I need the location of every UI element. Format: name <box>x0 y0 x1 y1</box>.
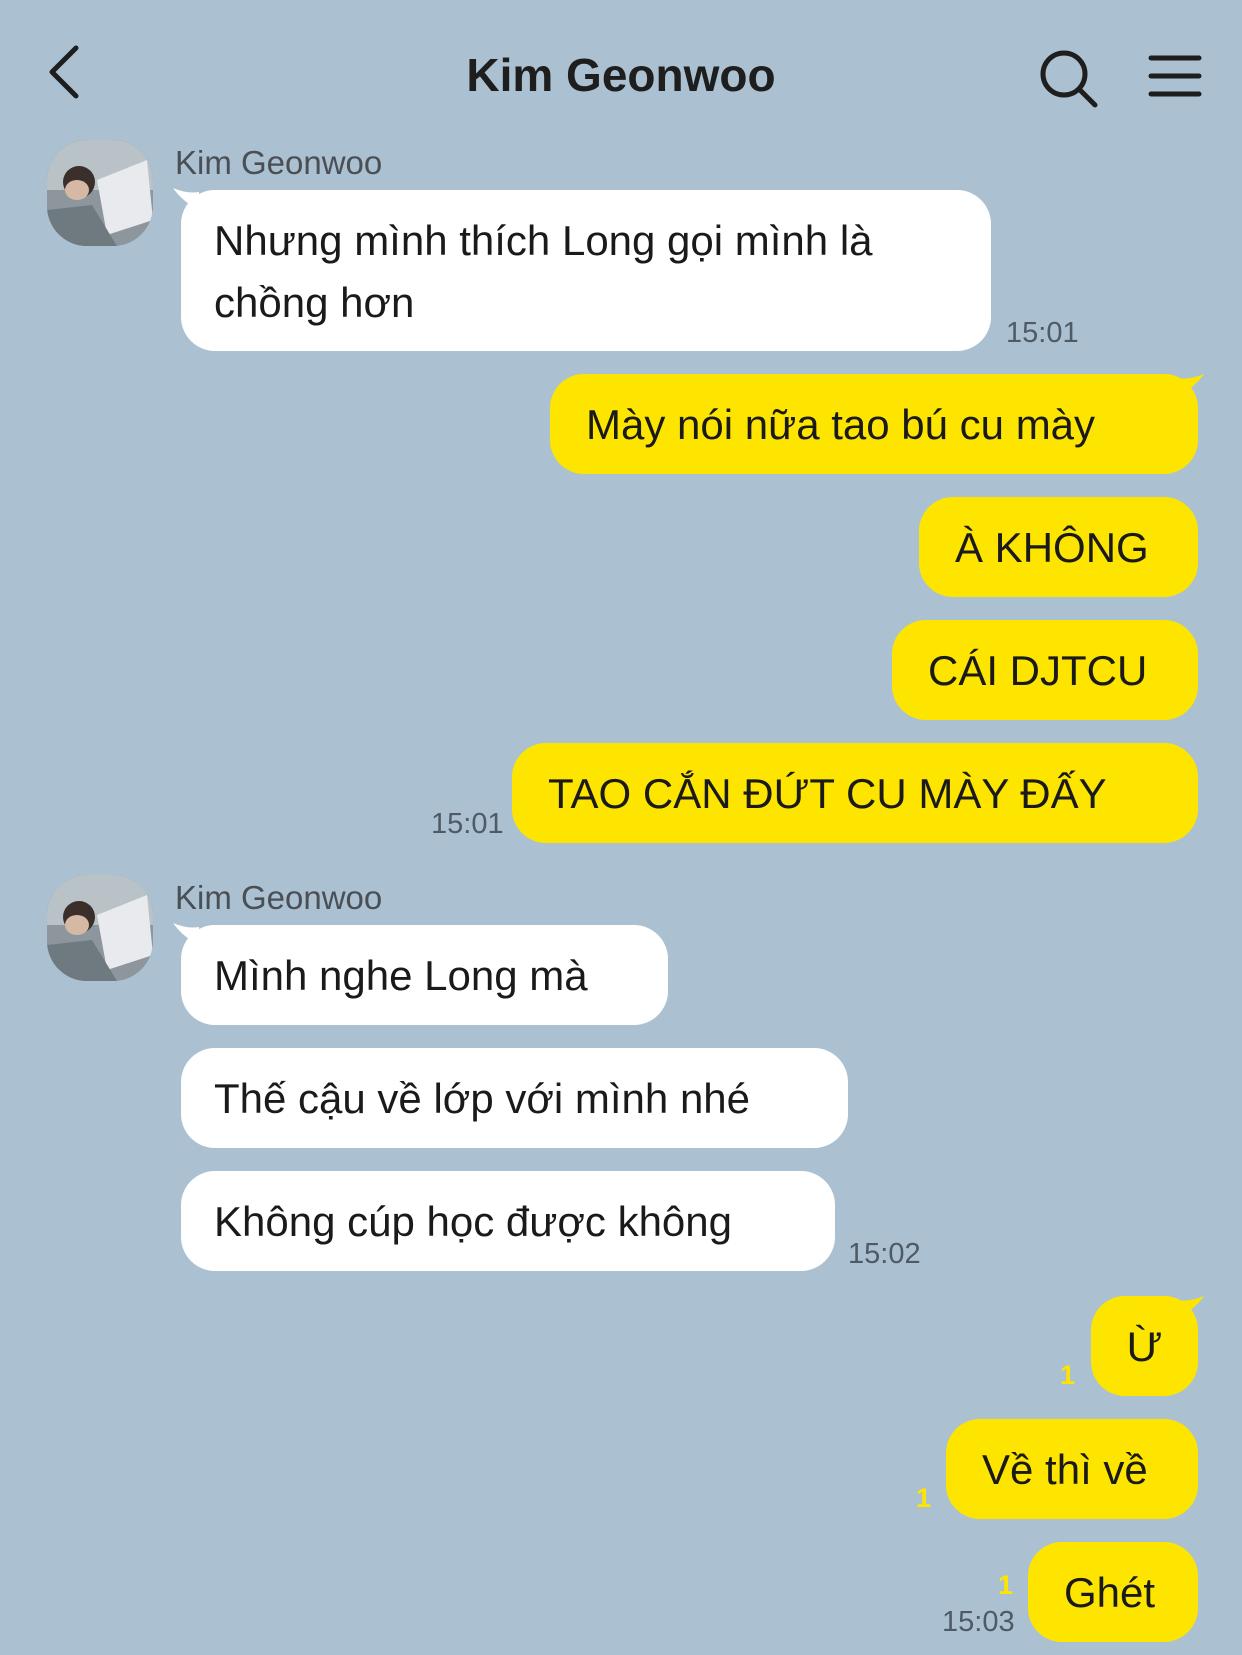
message-time: 15:01 <box>431 808 504 840</box>
message-time: 15:02 <box>848 1238 921 1270</box>
sender-name: Kim Geonwoo <box>175 144 383 181</box>
message-text: chồng hơn <box>214 279 415 326</box>
message-text: Thế cậu về lớp với mình nhé <box>214 1075 751 1122</box>
profile-photo-icon <box>47 140 153 246</box>
message-text: TAO CẮN ĐỨT CU MÀY ĐẤY <box>548 770 1107 817</box>
sender-name: Kim Geonwoo <box>175 879 383 916</box>
message-bubble-outgoing[interactable]: À KHÔNG <box>919 497 1198 597</box>
unread-count: 1 <box>916 1483 932 1513</box>
message-text: Mày nói nữa tao bú cu mày <box>586 401 1096 448</box>
search-icon[interactable] <box>1038 48 1100 110</box>
message-time: 15:03 <box>942 1606 1015 1638</box>
message-text: CÁI DJTCU <box>928 647 1148 694</box>
menu-icon[interactable] <box>1148 52 1202 100</box>
message-bubble-incoming[interactable]: Nhưng mình thích Long gọi mình là chồng … <box>181 190 991 351</box>
message-text: Mình nghe Long mà <box>214 952 588 999</box>
avatar[interactable] <box>47 140 153 246</box>
avatar[interactable] <box>47 875 153 981</box>
message-bubble-outgoing[interactable]: CÁI DJTCU <box>892 620 1198 720</box>
message-bubble-incoming[interactable]: Không cúp học được không <box>181 1171 835 1271</box>
profile-photo-icon <box>47 875 153 981</box>
message-bubble-outgoing[interactable]: Về thì về <box>946 1419 1198 1519</box>
message-bubble-outgoing[interactable]: Mày nói nữa tao bú cu mày <box>550 374 1198 474</box>
chat-header: Kim Geonwoo <box>0 0 1242 150</box>
message-text: Về thì về <box>982 1446 1148 1493</box>
message-bubble-incoming[interactable]: Thế cậu về lớp với mình nhé <box>181 1048 848 1148</box>
unread-count: 1 <box>998 1570 1014 1600</box>
message-text: Không cúp học được không <box>214 1198 733 1245</box>
message-text: Nhưng mình thích Long gọi mình là <box>214 217 873 264</box>
message-bubble-outgoing[interactable]: TAO CẮN ĐỨT CU MÀY ĐẤY <box>512 743 1198 843</box>
unread-count: 1 <box>1060 1360 1076 1390</box>
message-text: À KHÔNG <box>955 524 1149 571</box>
message-bubble-outgoing[interactable]: Ghét <box>1028 1542 1198 1642</box>
message-bubble-outgoing[interactable]: Ừ <box>1091 1296 1198 1396</box>
message-bubble-incoming[interactable]: Mình nghe Long mà <box>181 925 668 1025</box>
message-time: 15:01 <box>1006 317 1079 349</box>
message-text: Ừ <box>1126 1323 1163 1370</box>
message-text: Ghét <box>1064 1569 1156 1616</box>
